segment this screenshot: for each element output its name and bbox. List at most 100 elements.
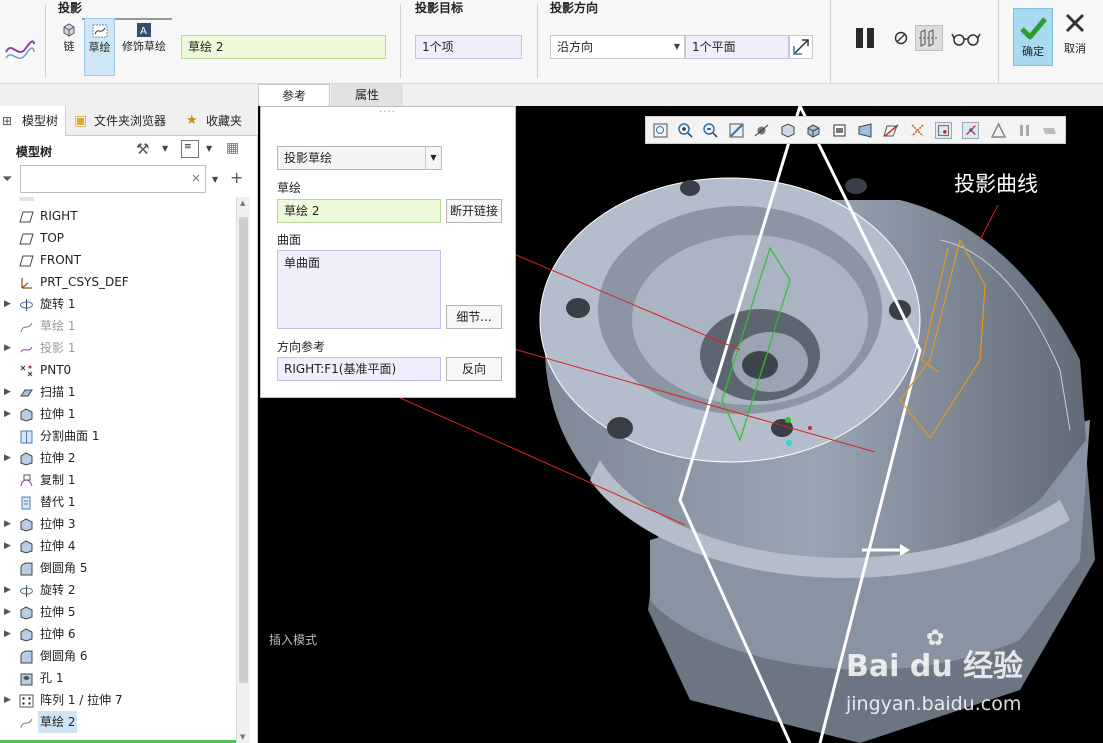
- tree-item-label: 草绘 2: [38, 711, 78, 733]
- tree-item[interactable]: RIGHT: [0, 205, 236, 227]
- tree-item[interactable]: 孔 1: [0, 667, 236, 689]
- tab-properties[interactable]: 属性: [331, 84, 403, 106]
- expand-arrow-icon[interactable]: ▶: [4, 601, 14, 623]
- tab-folder-browser[interactable]: ▣ 文件夹浏览器: [72, 106, 172, 136]
- filter-icon: ⏷: [2, 172, 13, 187]
- tree-item[interactable]: 草绘 1: [0, 315, 236, 337]
- tree-scrollbar[interactable]: ▲ ▼: [236, 197, 250, 743]
- chain-label: 链: [63, 40, 75, 53]
- no-preview-button[interactable]: [893, 30, 909, 46]
- verify-button[interactable]: [951, 30, 981, 48]
- expand-arrow-icon[interactable]: ▶: [4, 293, 14, 315]
- tree-item[interactable]: TOP: [0, 227, 236, 249]
- tree-item[interactable]: ▶ 拉伸 1: [0, 403, 236, 425]
- break-link-button[interactable]: 断开链接: [446, 199, 502, 223]
- more-tools-icon[interactable]: [1041, 122, 1058, 139]
- point-display-icon[interactable]: [935, 122, 952, 139]
- expand-arrow-icon[interactable]: ▶: [4, 513, 14, 535]
- annotation-display-icon[interactable]: [990, 122, 1007, 139]
- tree-item[interactable]: ▶ 拉伸 5: [0, 601, 236, 623]
- ok-button[interactable]: 确定: [1013, 8, 1053, 66]
- tree-list: RIGHT TOP FRONT PRT_CSYS_DEF ▶ 旋转 1 草绘 1 ▶ 投影 1 P…: [0, 197, 236, 743]
- tree-item[interactable]: ▶ 拉伸 2: [0, 447, 236, 469]
- direction-select[interactable]: 沿方向 ▼: [550, 35, 685, 59]
- tree-item[interactable]: ▶ 拉伸 6: [0, 623, 236, 645]
- expand-arrow-icon[interactable]: ▶: [4, 381, 14, 403]
- clear-icon[interactable]: ×: [191, 171, 201, 185]
- panel-sketch-field[interactable]: 草绘 2: [277, 199, 441, 223]
- tree-item[interactable]: 草绘 2: [0, 711, 236, 733]
- perspective-icon[interactable]: [857, 122, 874, 139]
- tree-item[interactable]: PNT0: [0, 359, 236, 381]
- expand-arrow-icon[interactable]: ▶: [4, 535, 14, 557]
- direction-reference-value[interactable]: RIGHT:F1(基准平面): [277, 357, 441, 381]
- tree-item-label: 倒圆角 5: [40, 561, 88, 575]
- sketch-collector-field[interactable]: 草绘 2: [181, 35, 386, 59]
- tree-item[interactable]: ▶ 阵列 1 / 拉伸 7: [0, 689, 236, 711]
- tree-item[interactable]: 倒圆角 5: [0, 557, 236, 579]
- surface-collector[interactable]: 单曲面: [277, 250, 441, 329]
- tree-item[interactable]: ▶ 拉伸 4: [0, 535, 236, 557]
- ok-label: 确定: [1022, 45, 1044, 58]
- chain-icon: [63, 23, 75, 37]
- settings-tools-icon[interactable]: ⚒: [136, 140, 156, 160]
- projection-type-select[interactable]: 投影草绘 ▼: [277, 146, 442, 170]
- cancel-button[interactable]: 取消: [1058, 12, 1092, 66]
- pause-button[interactable]: [853, 26, 879, 50]
- saved-orientations-icon[interactable]: [805, 122, 822, 139]
- tree-item[interactable]: 倒圆角 6: [0, 645, 236, 667]
- tab-favorites[interactable]: ★ 收藏夹: [184, 106, 254, 136]
- chevron-down-icon[interactable]: ▼: [206, 144, 212, 153]
- tab-model-tree-label: 模型树: [22, 114, 59, 128]
- expand-arrow-icon[interactable]: ▶: [4, 623, 14, 645]
- pause-regen-icon[interactable]: [1016, 122, 1033, 139]
- tab-references[interactable]: 参考: [258, 84, 330, 106]
- chevron-down-icon[interactable]: ▼: [162, 144, 168, 153]
- details-button[interactable]: 细节...: [446, 305, 502, 329]
- zoom-out-icon[interactable]: [702, 122, 719, 139]
- expand-arrow-icon[interactable]: ▶: [4, 447, 14, 469]
- axis-display-icon[interactable]: [909, 122, 926, 139]
- tree-item[interactable]: FRONT: [0, 249, 236, 271]
- repaint-icon[interactable]: [728, 122, 745, 139]
- expand-arrow-icon[interactable]: ▶: [4, 689, 14, 711]
- target-collector-field[interactable]: 1个项: [415, 35, 522, 59]
- tree-item[interactable]: ▶ 旋转 2: [0, 579, 236, 601]
- tree-item[interactable]: ▶ 扫描 1: [0, 381, 236, 403]
- tree-item[interactable]: PRT_CSYS_DEF: [0, 271, 236, 293]
- expand-arrow-icon[interactable]: ▶: [4, 403, 14, 425]
- expand-arrow-icon[interactable]: ▶: [4, 579, 14, 601]
- add-filter-icon[interactable]: +: [230, 168, 243, 187]
- refit-icon[interactable]: [652, 122, 669, 139]
- expand-arrow-icon[interactable]: ▶: [4, 337, 14, 359]
- plane-display-icon[interactable]: [883, 122, 900, 139]
- cosmetic-sketch-button[interactable]: A 修饰草绘: [118, 22, 170, 62]
- geometry-preview-button[interactable]: [915, 25, 943, 51]
- tree-item-label: PRT_CSYS_DEF: [40, 275, 129, 289]
- chevron-down-icon[interactable]: ▼: [212, 175, 218, 184]
- direction-reference-field[interactable]: 1个平面: [685, 35, 789, 59]
- tree-item[interactable]: 复制 1: [0, 469, 236, 491]
- insert-mode-label: 插入模式: [269, 633, 318, 647]
- tree-item[interactable]: 分割曲面 1: [0, 425, 236, 447]
- view-manager-icon[interactable]: [831, 122, 848, 139]
- panel-drag-handle[interactable]: ····: [379, 107, 396, 118]
- zoom-in-icon[interactable]: [677, 122, 694, 139]
- tree-item[interactable]: ▶ 投影 1: [0, 337, 236, 359]
- csys-display-icon[interactable]: [962, 122, 979, 139]
- sweep-icon: [19, 385, 34, 399]
- display-style-icon[interactable]: [779, 122, 796, 139]
- sketch-button[interactable]: 草绘: [84, 18, 115, 76]
- tree-columns-icon[interactable]: ▦: [226, 140, 246, 160]
- chain-button[interactable]: 链: [58, 22, 80, 62]
- tab-model-tree[interactable]: ⊞ 模型树: [0, 106, 66, 136]
- tree-filter-input[interactable]: ×: [20, 165, 206, 193]
- flip-direction-button[interactable]: [789, 35, 813, 59]
- hole-icon: [19, 671, 34, 686]
- tree-item[interactable]: ▶ 拉伸 3: [0, 513, 236, 535]
- tree-item[interactable]: ▶ 旋转 1: [0, 293, 236, 315]
- flip-button[interactable]: 反向: [446, 357, 502, 381]
- spin-center-icon[interactable]: [753, 122, 770, 139]
- tree-item[interactable]: 替代 1: [0, 491, 236, 513]
- show-options-icon[interactable]: ≡: [181, 140, 199, 158]
